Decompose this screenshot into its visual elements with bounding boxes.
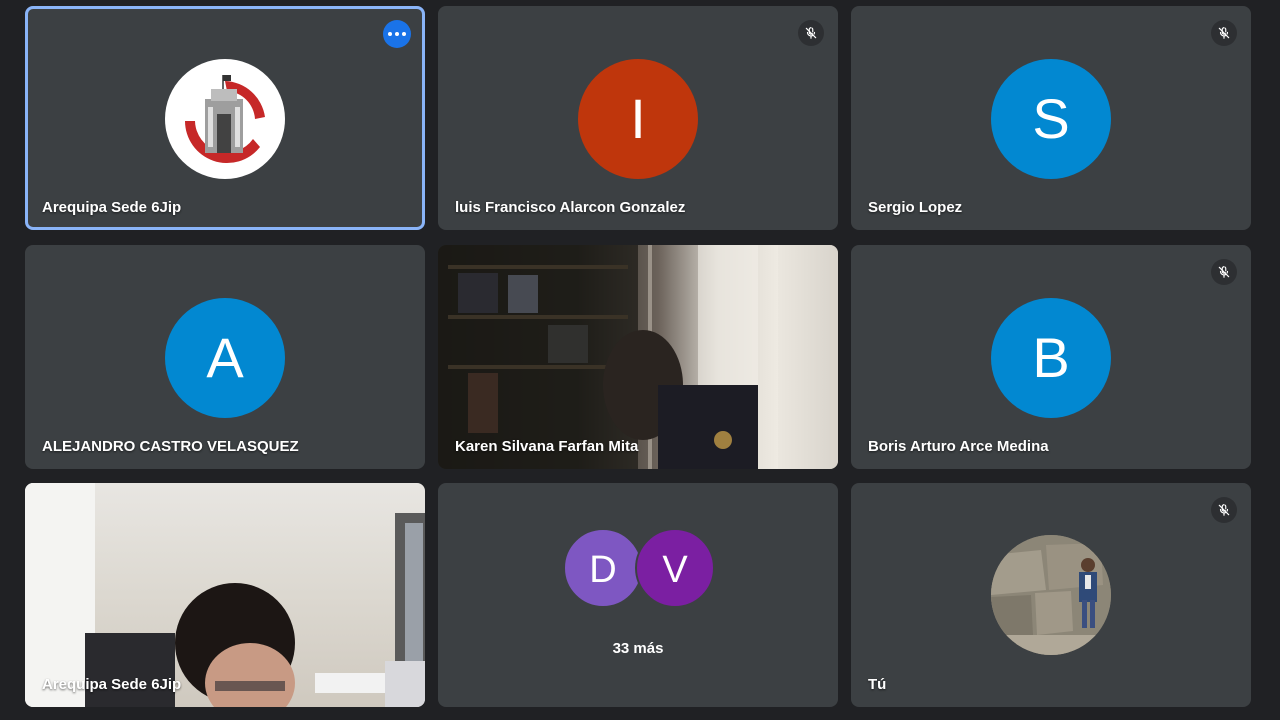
participant-avatar: I [578, 59, 698, 179]
participant-avatar: A [165, 298, 285, 418]
participant-name: Sergio Lopez [868, 199, 963, 216]
participant-tile-luis[interactable]: I luis Francisco Alarcon Gonzalez [438, 6, 838, 230]
overflow-participants-tile[interactable]: D V 33 más [438, 483, 838, 707]
participant-name: Tú [868, 676, 887, 693]
participant-tile-karen[interactable]: Karen Silvana Farfan Mita [438, 245, 838, 469]
participant-tile-self[interactable]: Tú [851, 483, 1251, 707]
mic-off-icon [1211, 20, 1237, 46]
participant-avatar: B [991, 298, 1111, 418]
participant-name: Karen Silvana Farfan Mita [455, 438, 639, 455]
participant-name: luis Francisco Alarcon Gonzalez [455, 199, 686, 216]
participant-avatar-d: D [563, 528, 643, 608]
more-participants-count: 33 más [612, 640, 664, 657]
self-photo-avatar [991, 535, 1111, 655]
participant-tile-sergio[interactable]: S Sergio Lopez [851, 6, 1251, 230]
participant-tile-boris[interactable]: B Boris Arturo Arce Medina [851, 245, 1251, 469]
mic-off-icon [798, 20, 824, 46]
participant-video [25, 483, 425, 707]
participant-avatar: S [991, 59, 1111, 179]
participant-tile-alejandro[interactable]: A ALEJANDRO CASTRO VELASQUEZ [25, 245, 425, 469]
participant-name: Arequipa Sede 6Jip [42, 676, 182, 693]
participant-avatar-v: V [635, 528, 715, 608]
participant-video [438, 245, 838, 469]
participant-tile-arequipa-1[interactable]: Arequipa Sede 6Jip [25, 6, 425, 230]
mic-off-icon [1211, 497, 1237, 523]
participant-tile-arequipa-2[interactable]: Arequipa Sede 6Jip [25, 483, 425, 707]
more-options-button[interactable] [383, 20, 411, 48]
participant-name: Arequipa Sede 6Jip [42, 199, 182, 216]
mic-off-icon [1211, 259, 1237, 285]
participant-name: ALEJANDRO CASTRO VELASQUEZ [42, 438, 299, 455]
court-logo-avatar [165, 59, 285, 179]
participant-name: Boris Arturo Arce Medina [868, 438, 1049, 455]
